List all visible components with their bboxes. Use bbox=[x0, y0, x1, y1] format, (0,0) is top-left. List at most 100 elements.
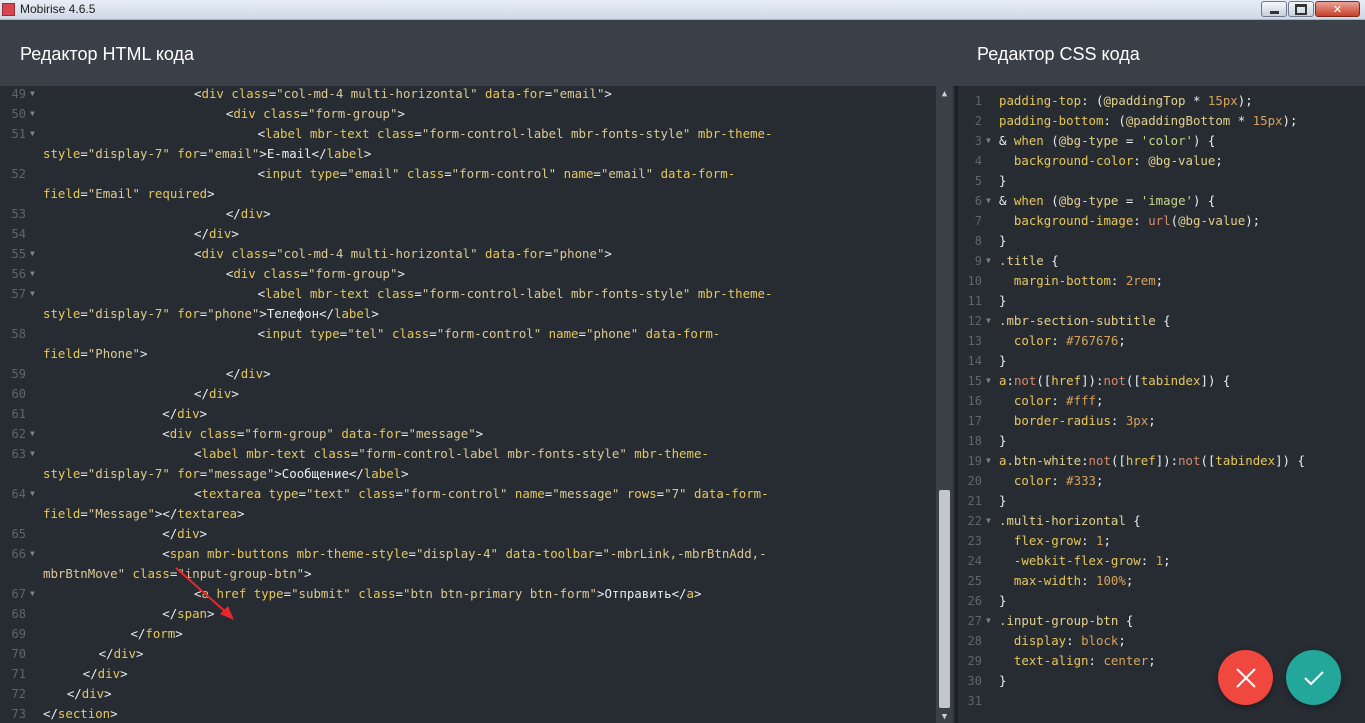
code-line[interactable]: } bbox=[999, 351, 1006, 371]
code-line[interactable]: <div class="form-group"> bbox=[226, 264, 405, 284]
code-line[interactable]: <span mbr-buttons mbr-theme-style="displ… bbox=[162, 544, 766, 564]
code-line[interactable]: <textarea type="text" class="form-contro… bbox=[194, 484, 769, 504]
code-line[interactable]: mbrBtnMove" class="input-group-btn"> bbox=[43, 564, 312, 584]
code-line[interactable]: <input type="email" class="form-control"… bbox=[258, 164, 736, 184]
code-line[interactable]: max-width: 100%; bbox=[999, 571, 1133, 591]
code-line[interactable]: field="Email" required> bbox=[43, 184, 215, 204]
code-line[interactable]: .multi-horizontal { bbox=[999, 511, 1141, 531]
fold-arrow-icon[interactable]: ▼ bbox=[986, 131, 991, 151]
fold-arrow-icon[interactable]: ▼ bbox=[986, 371, 991, 391]
fold-arrow-icon[interactable]: ▼ bbox=[986, 451, 991, 471]
code-line[interactable]: <div class="form-group" data-for="messag… bbox=[162, 424, 483, 444]
cancel-button[interactable] bbox=[1218, 650, 1273, 705]
fold-arrow-icon[interactable]: ▼ bbox=[30, 124, 35, 144]
code-line[interactable]: padding-bottom: (@paddingBottom * 15px); bbox=[999, 111, 1297, 131]
html-code-editor[interactable]: 49 ▼ 50 ▼ 51 ▼ 52 53 54 55 ▼ 56 ▼ 57 ▼ 58 59 60 61 62 ▼ 63 ▼ 64… bbox=[0, 86, 955, 723]
css-code-editor[interactable]: 1 2 3 ▼ 4 5 6 ▼ 7 8 9 ▼ 10 11 12 ▼ 13 14 15 ▼ 16 17 18 19 ▼ 20 21 2… bbox=[957, 86, 1365, 723]
line-number: 26 bbox=[967, 594, 982, 608]
code-line[interactable]: .mbr-section-subtitle { bbox=[999, 311, 1171, 331]
code-line[interactable]: <label mbr-text class="form-control-labe… bbox=[258, 284, 773, 304]
css-editor-title: Редактор CSS кода bbox=[977, 44, 1140, 64]
code-line[interactable]: .title { bbox=[999, 251, 1059, 271]
app-icon bbox=[2, 3, 15, 16]
code-line[interactable]: color: #333; bbox=[999, 471, 1104, 491]
line-number: 16 bbox=[967, 394, 982, 408]
html-editor-scrollbar[interactable]: ▲ ▼ bbox=[936, 86, 953, 723]
fold-arrow-icon[interactable]: ▼ bbox=[986, 511, 991, 531]
code-line[interactable]: </form> bbox=[130, 624, 182, 644]
minimize-button[interactable] bbox=[1261, 1, 1287, 17]
fold-arrow-icon[interactable]: ▼ bbox=[986, 611, 991, 631]
fold-arrow-icon[interactable]: ▼ bbox=[30, 104, 35, 124]
code-line[interactable]: } bbox=[999, 591, 1006, 611]
code-line[interactable]: flex-grow: 1; bbox=[999, 531, 1111, 551]
code-line[interactable]: background-image: url(@bg-value); bbox=[999, 211, 1260, 231]
close-window-button[interactable] bbox=[1315, 1, 1360, 17]
fold-arrow-icon[interactable]: ▼ bbox=[986, 251, 991, 271]
line-number: 28 bbox=[967, 634, 982, 648]
code-line[interactable]: </div> bbox=[194, 224, 239, 244]
code-line[interactable]: </section> bbox=[43, 704, 118, 723]
code-line[interactable]: <label mbr-text class="form-control-labe… bbox=[258, 124, 773, 144]
code-line[interactable]: margin-bottom: 2rem; bbox=[999, 271, 1163, 291]
code-line[interactable]: </div> bbox=[83, 664, 128, 684]
code-line[interactable]: a.btn-white:not([href]):not([tabindex]) … bbox=[999, 451, 1305, 471]
code-line[interactable]: text-align: center; bbox=[999, 651, 1156, 671]
code-line[interactable]: style="display-7" for="phone">Телефон</l… bbox=[43, 304, 379, 324]
code-line[interactable]: -webkit-flex-grow: 1; bbox=[999, 551, 1171, 571]
fold-arrow-icon[interactable]: ▼ bbox=[30, 264, 35, 284]
code-line[interactable]: <input type="tel" class="form-control" n… bbox=[258, 324, 721, 344]
maximize-button[interactable] bbox=[1288, 1, 1314, 17]
code-line[interactable]: padding-top: (@paddingTop * 15px); bbox=[999, 91, 1253, 111]
fold-arrow-icon[interactable]: ▼ bbox=[30, 544, 35, 564]
code-line[interactable]: display: block; bbox=[999, 631, 1126, 651]
fold-arrow-icon[interactable]: ▼ bbox=[30, 284, 35, 304]
code-line[interactable]: } bbox=[999, 231, 1006, 251]
scroll-down-icon[interactable]: ▼ bbox=[936, 711, 953, 723]
fold-arrow-icon[interactable]: ▼ bbox=[30, 424, 35, 444]
code-line[interactable]: <a href type="submit" class="btn btn-pri… bbox=[194, 584, 701, 604]
code-line[interactable]: color: #767676; bbox=[999, 331, 1126, 351]
code-line[interactable]: field="Phone"> bbox=[43, 344, 147, 364]
fold-arrow-icon[interactable]: ▼ bbox=[30, 86, 35, 104]
fold-arrow-icon[interactable]: ▼ bbox=[986, 191, 991, 211]
scrollbar-thumb[interactable] bbox=[939, 490, 950, 708]
code-line[interactable]: color: #fff; bbox=[999, 391, 1104, 411]
editor-header: Редактор HTML кода Редактор CSS кода bbox=[0, 20, 1365, 86]
code-line[interactable]: </div> bbox=[99, 644, 144, 664]
code-line[interactable]: } bbox=[999, 431, 1006, 451]
code-line[interactable]: </div> bbox=[226, 204, 271, 224]
confirm-button[interactable] bbox=[1286, 650, 1341, 705]
code-line[interactable]: <div class="col-md-4 multi-horizontal" d… bbox=[194, 244, 612, 264]
code-line[interactable]: style="display-7" for="message">Сообщени… bbox=[43, 464, 409, 484]
line-number: 1 bbox=[974, 94, 982, 108]
fold-arrow-icon[interactable]: ▼ bbox=[30, 244, 35, 264]
code-line[interactable]: style="display-7" for="email">E-mail</la… bbox=[43, 144, 371, 164]
line-number: 27 bbox=[967, 614, 982, 628]
code-line[interactable]: </div> bbox=[194, 384, 239, 404]
code-line[interactable]: } bbox=[999, 171, 1006, 191]
fold-arrow-icon[interactable]: ▼ bbox=[30, 584, 35, 604]
fold-arrow-icon[interactable]: ▼ bbox=[30, 484, 35, 504]
code-line[interactable]: </div> bbox=[162, 524, 207, 544]
scroll-up-icon[interactable]: ▲ bbox=[936, 88, 953, 100]
code-line[interactable]: a:not([href]):not([tabindex]) { bbox=[999, 371, 1230, 391]
code-line[interactable]: & when (@bg-type = 'color') { bbox=[999, 131, 1215, 151]
code-line[interactable]: border-radius: 3px; bbox=[999, 411, 1156, 431]
fold-arrow-icon[interactable]: ▼ bbox=[986, 311, 991, 331]
code-line[interactable]: <div class="col-md-4 multi-horizontal" d… bbox=[194, 86, 612, 104]
code-line[interactable]: } bbox=[999, 491, 1006, 511]
code-line[interactable]: </span> bbox=[162, 604, 214, 624]
code-line[interactable]: </div> bbox=[226, 364, 271, 384]
fold-arrow-icon[interactable]: ▼ bbox=[30, 444, 35, 464]
code-line[interactable]: } bbox=[999, 291, 1006, 311]
code-line[interactable]: .input-group-btn { bbox=[999, 611, 1133, 631]
code-line[interactable]: </div> bbox=[162, 404, 207, 424]
code-line[interactable]: & when (@bg-type = 'image') { bbox=[999, 191, 1215, 211]
code-line[interactable]: } bbox=[999, 671, 1006, 691]
code-line[interactable]: </div> bbox=[67, 684, 112, 704]
code-line[interactable]: <div class="form-group"> bbox=[226, 104, 405, 124]
code-line[interactable]: field="Message"></textarea> bbox=[43, 504, 244, 524]
code-line[interactable]: background-color: @bg-value; bbox=[999, 151, 1223, 171]
code-line[interactable]: <label mbr-text class="form-control-labe… bbox=[194, 444, 709, 464]
